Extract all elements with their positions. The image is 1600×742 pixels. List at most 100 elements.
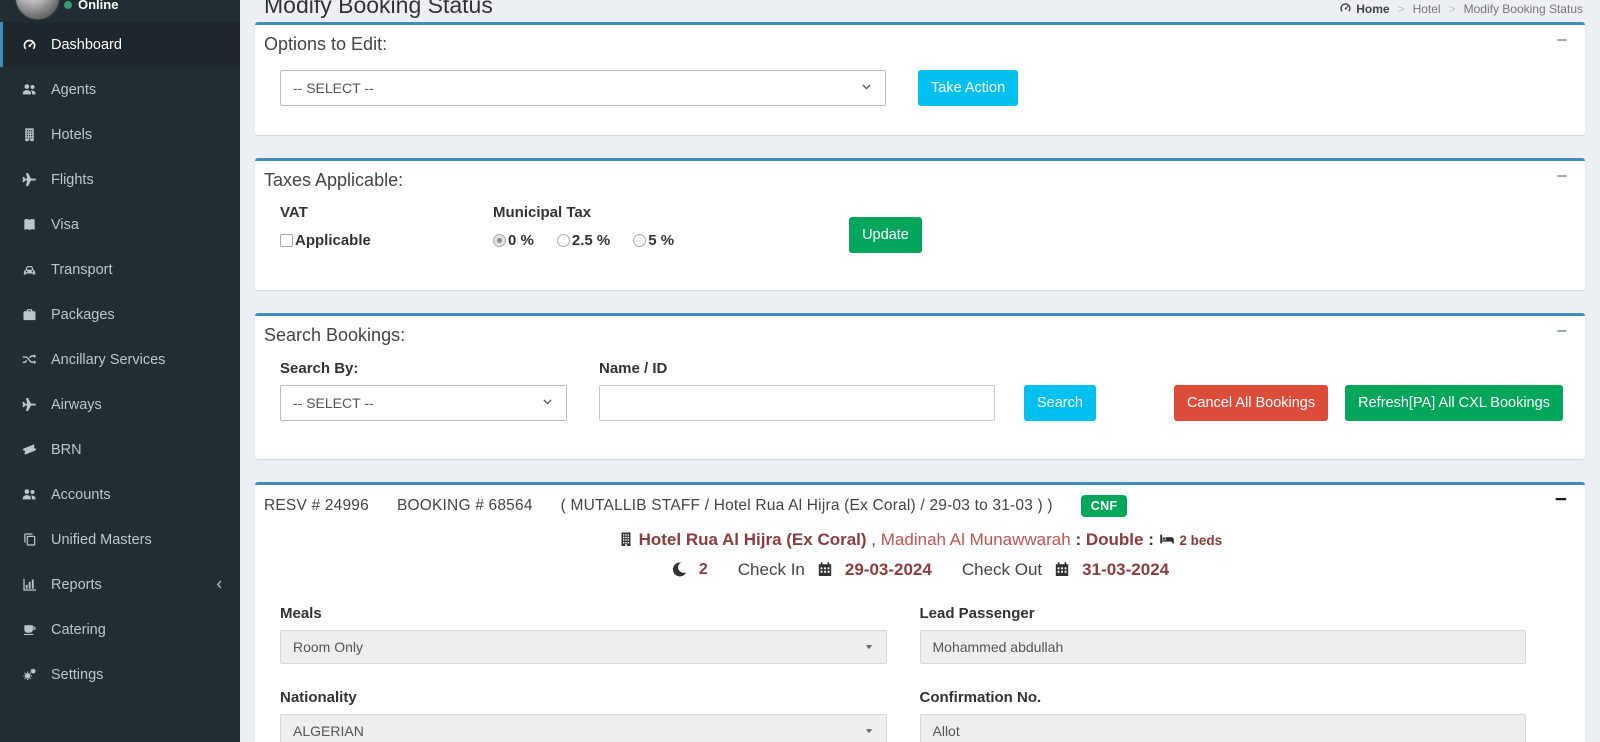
collapse-minus-icon[interactable]: − (1556, 31, 1567, 49)
chart-icon (22, 577, 44, 592)
sidebar-item-label: Flights (51, 172, 94, 188)
sidebar-item-label: Reports (51, 577, 102, 593)
sidebar-item-dashboard[interactable]: Dashboard (0, 22, 240, 67)
nationality-select-value: ALGERIAN (293, 723, 364, 739)
status-badge: CNF (1081, 495, 1128, 517)
gears-icon (22, 667, 44, 682)
vat-label: VAT (280, 204, 308, 221)
name-id-label: Name / ID (599, 360, 995, 377)
options-select[interactable]: -- SELECT -- (280, 70, 886, 106)
taxes-applicable-panel: − Taxes Applicable: VAT Applicable Munic… (255, 158, 1585, 290)
chevron-down-icon (541, 395, 554, 411)
hotel-info-line: Hotel Rua Al Hijra (Ex Coral) , Madinah … (255, 530, 1585, 550)
options-panel-title: Options to Edit: (255, 25, 1585, 55)
check-in-date: 29-03-2024 (845, 560, 932, 580)
sidebar-item-packages[interactable]: Packages (0, 292, 240, 337)
sidebar-item-label: BRN (51, 442, 82, 458)
resv-number: RESV # 24996 (264, 497, 369, 515)
municipal-tax-radios: 0 %2.5 %5 % (493, 232, 697, 249)
take-action-button[interactable]: Take Action (918, 70, 1018, 106)
sidebar-item-airways[interactable]: Airways (0, 382, 240, 427)
colon-separator: : (1075, 530, 1081, 549)
users-icon (22, 487, 44, 502)
municipal-tax-radio-0[interactable] (493, 234, 506, 247)
municipal-tax-radio-label: 0 % (508, 232, 534, 249)
meals-select[interactable]: Room Only (280, 630, 887, 664)
caret-down-icon (864, 723, 874, 739)
sidebar-item-settings[interactable]: Settings (0, 652, 240, 697)
search-by-select[interactable]: -- SELECT -- (280, 385, 567, 421)
plane-icon (22, 172, 44, 187)
sidebar-item-unified-masters[interactable]: Unified Masters (0, 517, 240, 562)
colon-separator: : (1148, 530, 1154, 549)
check-in-label: Check In (738, 560, 805, 580)
sidebar-item-agents[interactable]: Agents (0, 67, 240, 112)
sidebar-item-label: Settings (51, 667, 103, 683)
sidebar-item-visa[interactable]: Visa (0, 202, 240, 247)
lead-passenger-input[interactable] (920, 630, 1527, 664)
sidebar-item-label: Agents (51, 82, 96, 98)
confirmation-no-label: Confirmation No. (920, 689, 1527, 706)
user-panel: Online (0, 0, 240, 22)
municipal-tax-radio-2[interactable] (633, 234, 646, 247)
sidebar-item-flights[interactable]: Flights (0, 157, 240, 202)
sidebar-item-label: Airways (51, 397, 102, 413)
main-content: Modify Booking Status Home>Hotel>Modify … (240, 0, 1600, 742)
caret-down-icon (864, 639, 874, 655)
booking-panel: − RESV # 24996 BOOKING # 68564 ( MUTALLI… (255, 482, 1585, 742)
online-status-label: Online (78, 0, 118, 12)
briefcase-icon (22, 307, 44, 322)
sidebar-item-hotels[interactable]: Hotels (0, 112, 240, 157)
sidebar-item-label: Catering (51, 622, 106, 638)
options-to-edit-panel: − Options to Edit: -- SELECT -- Take Act… (255, 22, 1585, 135)
sidebar-item-catering[interactable]: Catering (0, 607, 240, 652)
sidebar-item-transport[interactable]: Transport (0, 247, 240, 292)
sidebar-item-label: Unified Masters (51, 532, 152, 548)
collapse-minus-icon[interactable]: − (1555, 489, 1567, 510)
vat-applicable-checkbox[interactable] (280, 234, 293, 247)
sidebar-item-accounts[interactable]: Accounts (0, 472, 240, 517)
search-by-select-value: -- SELECT -- (293, 395, 374, 411)
chevron-down-icon (860, 80, 873, 96)
municipal-tax-radio-1[interactable] (557, 234, 570, 247)
breadcrumb-separator: > (1449, 2, 1456, 16)
update-button[interactable]: Update (849, 217, 922, 253)
breadcrumb-label: Modify Booking Status (1464, 2, 1583, 16)
sidebar-item-label: Visa (51, 217, 79, 233)
sidebar-menu: Dashboard Agents Hotels Flights Visa Transpor… (0, 22, 240, 697)
breadcrumb-home[interactable]: Home (1339, 1, 1389, 17)
calendar-icon (1054, 560, 1070, 580)
nights-moon-icon (671, 560, 687, 580)
online-status-icon (64, 1, 72, 9)
beds-count: 2 beds (1179, 533, 1222, 548)
refresh-cxl-bookings-button[interactable]: Refresh[PA] All CXL Bookings (1345, 385, 1563, 421)
sidebar-item-ancillary-services[interactable]: Ancillary Services (0, 337, 240, 382)
name-id-input[interactable] (599, 385, 995, 421)
sidebar-item-label: Ancillary Services (51, 352, 165, 368)
chevron-left-icon (214, 579, 225, 590)
nationality-select[interactable]: ALGERIAN (280, 714, 887, 742)
collapse-minus-icon[interactable]: − (1556, 167, 1567, 185)
cup-icon (22, 622, 44, 637)
sidebar-item-brn[interactable]: BRN (0, 427, 240, 472)
hotel-city: Madinah Al Munawwarah (881, 530, 1071, 549)
sidebar-item-reports[interactable]: Reports (0, 562, 240, 607)
meals-select-value: Room Only (293, 639, 363, 655)
hotel-building-icon (618, 530, 634, 549)
bed-icon (1159, 530, 1175, 549)
search-bookings-panel: − Search Bookings: Search By: -- SELECT … (255, 313, 1585, 459)
check-out-date: 31-03-2024 (1082, 560, 1169, 580)
book-icon (22, 217, 44, 232)
users-icon (22, 82, 44, 97)
shuffle-icon (22, 352, 44, 367)
sidebar-item-label: Transport (51, 262, 113, 278)
confirmation-no-input[interactable] (920, 714, 1527, 742)
search-button[interactable]: Search (1024, 385, 1096, 421)
breadcrumb-hotel[interactable]: Hotel (1413, 2, 1441, 16)
dates-line: 2 Check In 29-03-2024 Check Out 31-03-20… (255, 560, 1585, 580)
page-title: Modify Booking Status (264, 0, 493, 19)
collapse-minus-icon[interactable]: − (1556, 322, 1567, 340)
cancel-all-bookings-button[interactable]: Cancel All Bookings (1174, 385, 1328, 421)
comma-separator: , (871, 530, 876, 549)
breadcrumb-label: Home (1356, 2, 1389, 16)
